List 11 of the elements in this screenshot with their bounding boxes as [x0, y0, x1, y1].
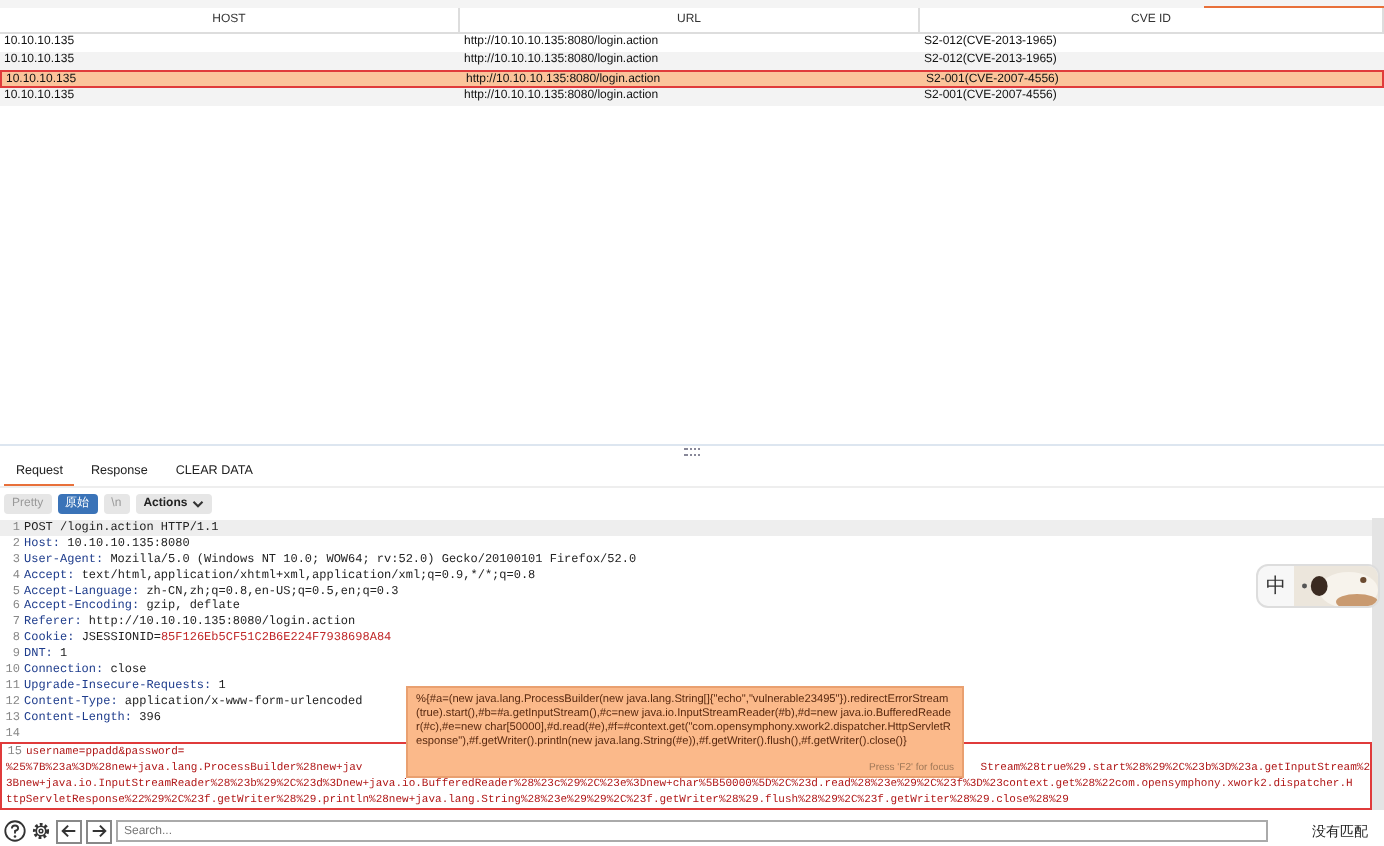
settings-icon[interactable]	[30, 820, 52, 842]
splitter-handle[interactable]	[684, 448, 700, 457]
ime-mode-label: 中	[1264, 573, 1288, 600]
scrollbar[interactable]	[1372, 517, 1384, 810]
left-arrow-icon	[60, 822, 78, 840]
forward-button[interactable]	[86, 819, 112, 843]
caret-icon	[191, 499, 204, 508]
back-button[interactable]	[56, 819, 82, 843]
help-icon[interactable]	[4, 820, 26, 842]
right-arrow-icon	[90, 822, 108, 840]
ime-toolbar[interactable]: 中	[1256, 563, 1380, 608]
